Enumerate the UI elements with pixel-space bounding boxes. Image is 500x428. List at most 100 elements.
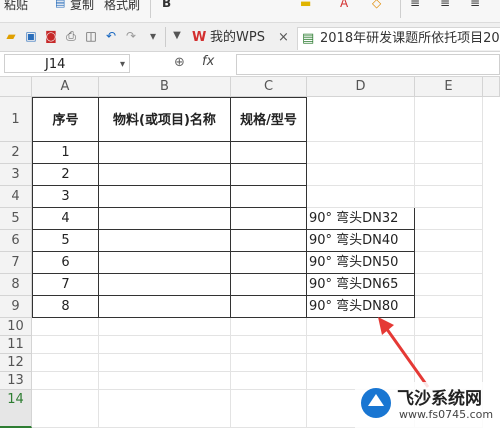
cell-empty[interactable] [32,336,99,354]
name-box[interactable]: J14 ▾ [4,54,130,73]
cell-d1[interactable] [307,97,415,142]
table-cell[interactable] [231,164,307,186]
cell-empty[interactable] [231,336,307,354]
table-cell[interactable] [99,274,231,296]
cell-empty[interactable] [99,318,231,336]
table-cell[interactable] [99,164,231,186]
table-cell[interactable] [231,274,307,296]
undo-icon[interactable]: ↶ [104,29,118,43]
table-cell[interactable] [99,252,231,274]
tab-document[interactable]: ▤ 2018年研发课题所依托项目20 [297,27,500,50]
cell-e4[interactable] [415,186,483,208]
cell-e3[interactable] [415,164,483,186]
clear-format-icon[interactable]: ◇ [372,0,381,10]
row-header[interactable]: 4 [0,186,32,208]
row-header[interactable]: 2 [0,142,32,164]
cell-empty[interactable] [231,372,307,390]
row-header[interactable]: 7 [0,252,32,274]
cell-empty[interactable] [231,318,307,336]
chevron-down-icon[interactable]: ▾ [120,55,125,74]
format-painter-button[interactable]: 格式刷 [104,0,140,13]
table-cell-seq[interactable]: 6 [32,252,99,274]
row-header[interactable]: 9 [0,296,32,318]
export-pdf-icon[interactable]: ◙ [44,29,58,43]
cell-e5[interactable] [415,208,483,230]
table-cell-seq[interactable]: 1 [32,142,99,164]
table-cell[interactable] [231,252,307,274]
table-cell[interactable] [231,230,307,252]
align-center-icon[interactable]: ≡ [440,0,450,10]
cell-d4[interactable] [307,186,415,208]
table-cell[interactable] [99,142,231,164]
save-icon[interactable]: ▣ [24,29,38,43]
cell-e2[interactable] [415,142,483,164]
cell-d2[interactable] [307,142,415,164]
column-header-b[interactable]: B [99,77,231,97]
table-cell[interactable] [99,230,231,252]
bold-icon[interactable]: B [162,0,171,10]
row-header[interactable]: 5 [0,208,32,230]
close-icon[interactable]: × [278,27,289,49]
table-cell[interactable] [231,186,307,208]
cell-e6[interactable] [415,230,483,252]
table-cell[interactable] [99,186,231,208]
align-right-icon[interactable]: ≡ [470,0,480,10]
tab-my-wps[interactable]: W 我的WPS × [188,27,293,49]
print-preview-icon[interactable]: ◫ [84,29,98,43]
formula-input[interactable] [236,54,500,75]
table-cell-seq[interactable]: 5 [32,230,99,252]
fx-icon[interactable]: fx [202,54,214,69]
align-left-icon[interactable]: ≡ [410,0,420,10]
table-cell-seq[interactable]: 8 [32,296,99,318]
cell-d8[interactable]: 90° 弯头DN65 [307,274,415,296]
cell-empty[interactable] [99,390,231,428]
cell-empty[interactable] [231,354,307,372]
column-header-e[interactable]: E [415,77,483,97]
copy-button[interactable]: 复制 [70,0,94,13]
cell-e8[interactable] [415,274,483,296]
table-cell[interactable] [99,296,231,318]
cell-d7[interactable]: 90° 弯头DN50 [307,252,415,274]
table-cell-seq[interactable]: 4 [32,208,99,230]
row-header-active[interactable]: 14 [0,390,32,428]
table-cell[interactable] [231,142,307,164]
table-cell-seq[interactable]: 3 [32,186,99,208]
cell-empty[interactable] [32,390,99,428]
cell-empty[interactable] [99,372,231,390]
zoom-search-icon[interactable]: ⊕ [174,55,185,70]
print-icon[interactable]: ⎙ [64,29,78,43]
row-header[interactable]: 10 [0,318,32,336]
open-folder-icon[interactable]: ▰ [4,29,18,43]
table-cell[interactable] [99,208,231,230]
copy-icon[interactable]: ▤ [55,0,65,9]
cell-empty[interactable] [32,354,99,372]
cell-e1[interactable] [415,97,483,142]
row-header[interactable]: 6 [0,230,32,252]
paste-button[interactable]: 粘贴 [4,0,28,13]
column-header-a[interactable]: A [32,77,99,97]
row-header[interactable]: 13 [0,372,32,390]
row-header[interactable]: 1 [0,97,32,142]
row-header[interactable]: 12 [0,354,32,372]
highlight-icon[interactable]: ▬ [300,0,311,10]
column-header-d[interactable]: D [307,77,415,97]
row-header[interactable]: 11 [0,336,32,354]
table-cell-seq[interactable]: 2 [32,164,99,186]
more-icon[interactable]: ▾ [148,29,158,43]
table-header-seq[interactable]: 序号 [32,97,99,142]
row-header[interactable]: 8 [0,274,32,296]
column-header-f[interactable] [483,77,500,97]
row-header[interactable]: 3 [0,164,32,186]
table-cell[interactable] [231,296,307,318]
cell-e7[interactable] [415,252,483,274]
dropdown-arrow-icon[interactable]: ▼ [172,29,182,43]
select-all-corner[interactable] [0,77,32,97]
redo-icon[interactable]: ↷ [124,29,138,43]
column-header-c[interactable]: C [231,77,307,97]
cell-empty[interactable] [99,354,231,372]
cell-empty[interactable] [32,318,99,336]
cell-empty[interactable] [99,336,231,354]
cell-empty[interactable] [32,372,99,390]
cell-d3[interactable] [307,164,415,186]
cell-empty[interactable] [231,390,307,428]
